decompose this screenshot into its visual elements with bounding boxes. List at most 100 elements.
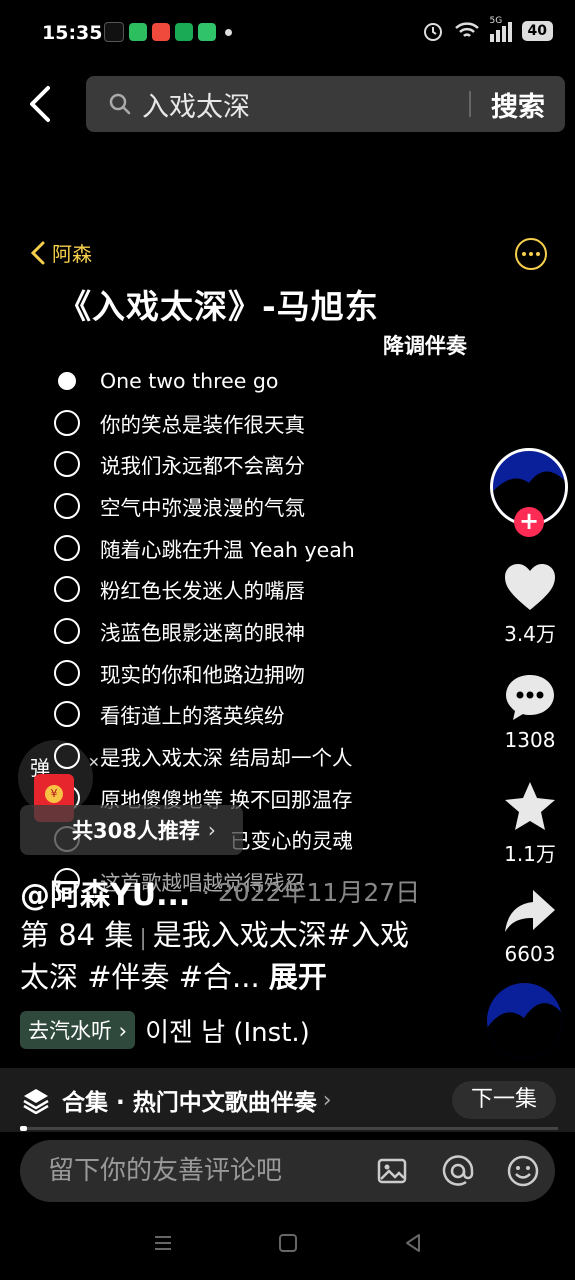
- more-options-icon[interactable]: [515, 238, 547, 270]
- status-app-icons: [104, 22, 232, 42]
- network-type: 5G: [489, 16, 503, 26]
- lyric-line: 现实的你和他路边拥吻: [54, 652, 355, 694]
- status-right: 5G 40: [422, 16, 553, 42]
- lyric-text: 说我们永远都不会离分: [100, 454, 305, 479]
- home-icon[interactable]: [277, 1232, 299, 1254]
- shield-notification-icon: [175, 23, 193, 41]
- post-date: · 2022年11月27日: [202, 878, 421, 907]
- coin-icon: ¥: [45, 785, 63, 803]
- lyric-text: One two three go: [100, 368, 279, 393]
- lyric-line: 说我们永远都不会离分: [54, 443, 355, 485]
- episode-label: 第 84 集: [20, 918, 134, 952]
- wifi-icon: [454, 22, 479, 37]
- search-icon: [109, 93, 131, 115]
- phone-notification-icon: [198, 23, 216, 41]
- like-count: 3.4万: [504, 622, 556, 646]
- collection-label: 合集 · 热门中文歌曲伴奏: [62, 1090, 317, 1116]
- search-divider: [469, 91, 471, 117]
- lyric-line: 粉红色长发迷人的嘴唇: [54, 568, 355, 610]
- lyric-line: 你的笑总是装作很天真: [54, 402, 355, 444]
- lyric-line: 随着心跳在升温 Yeah yeah: [54, 527, 355, 569]
- signal-icon: 5G: [489, 16, 512, 42]
- lyric-text: 浅蓝色眼影迷离的眼神: [100, 620, 305, 645]
- bullet-circle-icon: [54, 701, 80, 728]
- bullet-circle-icon: [54, 451, 80, 478]
- next-episode-button[interactable]: 下一集: [452, 1081, 556, 1119]
- expand-button[interactable]: 展开: [269, 960, 327, 994]
- alarm-icon: [423, 23, 442, 41]
- more-notifications-icon: [225, 28, 232, 36]
- recommend-text: 共308人推荐: [72, 819, 200, 843]
- open-music-app-button[interactable]: 去汽水听 ›: [20, 1011, 136, 1049]
- back-button[interactable]: [22, 84, 62, 124]
- bullet-circle-icon: [54, 576, 80, 603]
- username[interactable]: @阿森YU...: [20, 870, 190, 914]
- layers-icon: [23, 1089, 49, 1114]
- follow-button[interactable]: +: [514, 507, 544, 537]
- star-icon: [505, 782, 555, 830]
- song-tag: 降调伴奏: [383, 334, 467, 358]
- video-progress-fill: [20, 1126, 27, 1131]
- search-button[interactable]: 搜索: [491, 85, 545, 124]
- lyric-text: 是我入戏太深 结局却一个人: [100, 746, 353, 771]
- video-caption[interactable]: 第 84 集 | 是我入戏太深#入戏太深 #伴奏 #合... 展开: [20, 916, 420, 996]
- chevron-left-icon: [30, 241, 45, 264]
- bullet-circle-icon: [54, 534, 80, 561]
- bullet-filled-icon: [58, 371, 76, 390]
- music-name[interactable]: 이젠 남 (Inst.): [145, 1012, 310, 1049]
- search-input[interactable]: 入戏太深: [142, 85, 469, 124]
- lyric-text: 现实的你和他路边拥吻: [100, 662, 305, 687]
- heart-icon: [505, 564, 555, 610]
- comment-button[interactable]: 1308: [495, 672, 565, 752]
- like-button[interactable]: 3.4万: [495, 562, 565, 647]
- menu-icon[interactable]: [152, 1232, 174, 1254]
- lyric-line: One two three go: [54, 360, 355, 402]
- caption-separator: |: [139, 926, 147, 951]
- video-notification-icon: [152, 23, 170, 41]
- music-button-label: 去汽水听: [28, 1019, 112, 1043]
- lyric-line: 空气中弥漫浪漫的气氛: [54, 485, 355, 527]
- share-button[interactable]: 6603: [495, 886, 565, 966]
- close-icon[interactable]: ✕: [88, 755, 100, 771]
- lyric-text: 空气中弥漫浪漫的气氛: [100, 495, 305, 520]
- song-title: 《入戏太深》-马旭东: [58, 287, 379, 326]
- author-back-link[interactable]: 阿森: [30, 238, 92, 267]
- music-disc-image: [487, 1003, 562, 1058]
- lyric-text: 你的笑总是装作很天真: [100, 412, 305, 437]
- comment-input[interactable]: [46, 1155, 374, 1187]
- emoji-icon[interactable]: [505, 1153, 541, 1189]
- bullet-circle-icon: [54, 617, 80, 644]
- author-back-label: 阿森: [52, 242, 92, 266]
- lyric-text: 随着心跳在升温 Yeah yeah: [100, 537, 355, 562]
- system-nav-bar: [0, 1205, 575, 1280]
- status-time: 15:35: [42, 22, 103, 44]
- music-disc[interactable]: [487, 983, 562, 1058]
- lyric-line: 浅蓝色眼影迷离的眼神: [54, 610, 355, 652]
- video-progress-track[interactable]: [20, 1127, 558, 1130]
- lyric-text: 已变心的灵魂: [230, 829, 353, 854]
- lyric-text: 看街道上的落英缤纷: [100, 704, 285, 729]
- chevron-right-icon: ›: [322, 1087, 332, 1113]
- favorite-button[interactable]: 1.1万: [495, 780, 565, 867]
- chat-notification-icon: [129, 23, 147, 41]
- lyric-line: 看街道上的落英缤纷: [54, 694, 355, 736]
- comment-count: 1308: [504, 728, 556, 752]
- search-bar[interactable]: 入戏太深 搜索: [86, 76, 565, 132]
- share-count: 6603: [504, 942, 556, 966]
- battery-indicator: 40: [521, 21, 553, 41]
- mention-icon[interactable]: [440, 1153, 476, 1189]
- favorite-count: 1.1万: [504, 842, 556, 866]
- share-icon: [505, 890, 555, 932]
- chevron-right-icon: ›: [207, 818, 216, 842]
- comment-bar: [20, 1140, 555, 1202]
- bullet-circle-icon: [54, 492, 80, 519]
- image-icon[interactable]: [374, 1153, 410, 1189]
- bullet-circle-icon: [54, 409, 80, 436]
- comment-icon: [506, 675, 554, 720]
- music-row: 去汽水听 › 이젠 남 (Inst.): [20, 1011, 310, 1049]
- tiktok-notification-icon: [104, 22, 124, 42]
- back-nav-icon[interactable]: [402, 1232, 424, 1254]
- recommend-badge[interactable]: 共308人推荐 ›: [20, 805, 243, 855]
- bullet-circle-icon: [54, 659, 80, 686]
- lyric-text: 粉红色长发迷人的嘴唇: [100, 579, 305, 604]
